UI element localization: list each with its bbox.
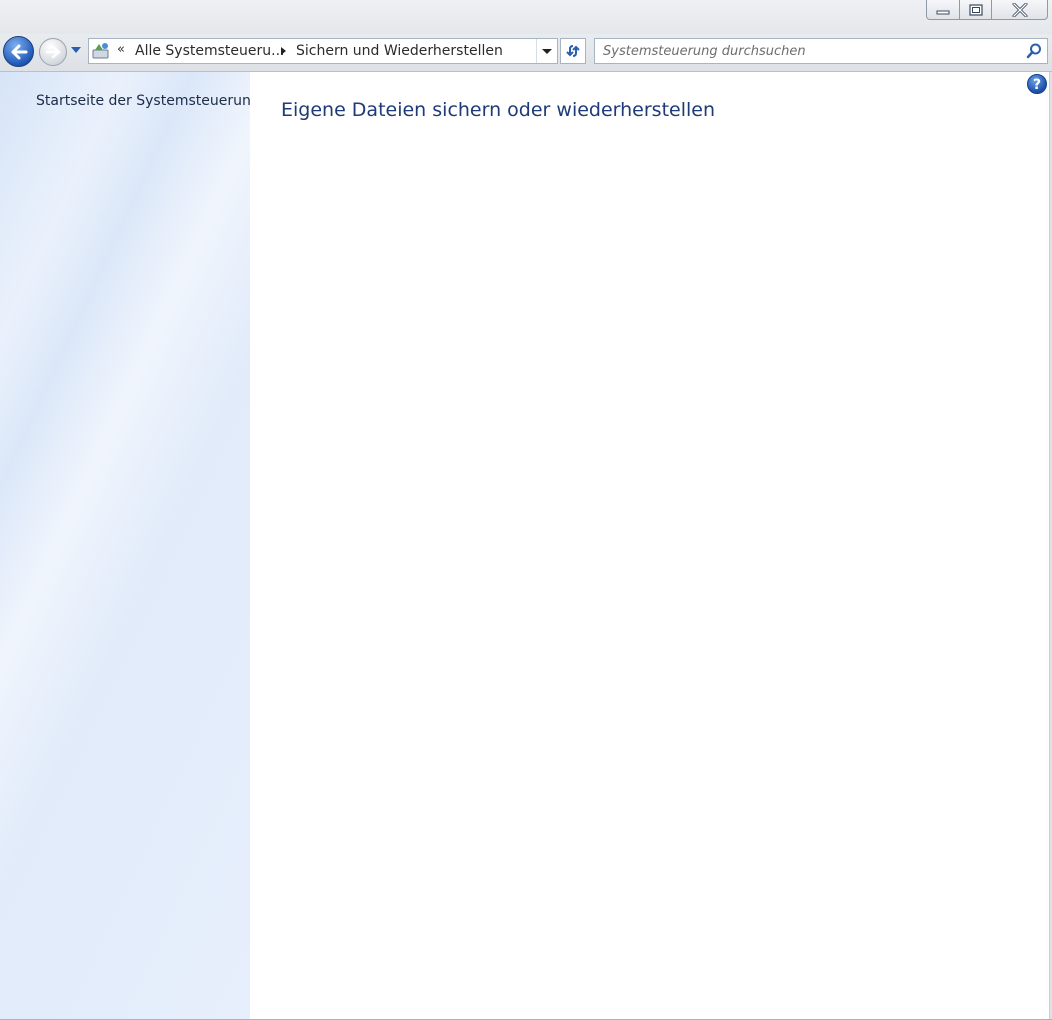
refresh-button[interactable]: [560, 38, 586, 64]
breadcrumb-backup-restore[interactable]: Sichern und Wiederherstellen: [296, 43, 503, 59]
close-button[interactable]: [992, 0, 1048, 20]
minimize-button[interactable]: [926, 0, 960, 20]
breadcrumb-separator-icon[interactable]: [281, 47, 286, 55]
navigation-bar: « Alle Systemsteueru... Sichern und Wied…: [0, 34, 1052, 70]
address-bar[interactable]: « Alle Systemsteueru... Sichern und Wied…: [88, 38, 558, 64]
title-bar: [0, 0, 1052, 34]
maximize-icon: [968, 3, 983, 16]
close-icon: [1012, 2, 1027, 17]
sidebar-link-control-panel-home[interactable]: Startseite der Systemsteuerung: [36, 93, 260, 109]
search-icon[interactable]: [1025, 42, 1043, 60]
back-arrow-icon: [11, 44, 27, 59]
minimize-icon: [936, 10, 950, 14]
help-icon: ?: [1032, 77, 1042, 93]
breadcrumb-overflow[interactable]: «: [117, 42, 125, 57]
sidebar: Startseite der Systemsteuerung: [0, 72, 260, 1019]
address-dropdown-button[interactable]: [536, 39, 557, 63]
control-panel-icon: [92, 43, 109, 59]
refresh-icon: [566, 45, 580, 57]
maximize-button[interactable]: [960, 0, 992, 20]
forward-button[interactable]: [39, 38, 67, 66]
page-title: Eigene Dateien sichern oder wiederherste…: [281, 99, 716, 121]
help-button[interactable]: ?: [1027, 74, 1047, 94]
main-content: Eigene Dateien sichern oder wiederherste…: [250, 72, 1050, 1019]
history-dropdown-button[interactable]: [71, 47, 81, 53]
forward-arrow-icon: [45, 45, 61, 59]
back-button[interactable]: [3, 36, 34, 67]
window-controls: [926, 0, 1048, 21]
search-box[interactable]: [594, 38, 1048, 64]
breadcrumb-control-panel[interactable]: Alle Systemsteueru...: [135, 43, 285, 59]
chevron-down-icon: [542, 48, 552, 54]
search-input[interactable]: [595, 39, 1015, 63]
